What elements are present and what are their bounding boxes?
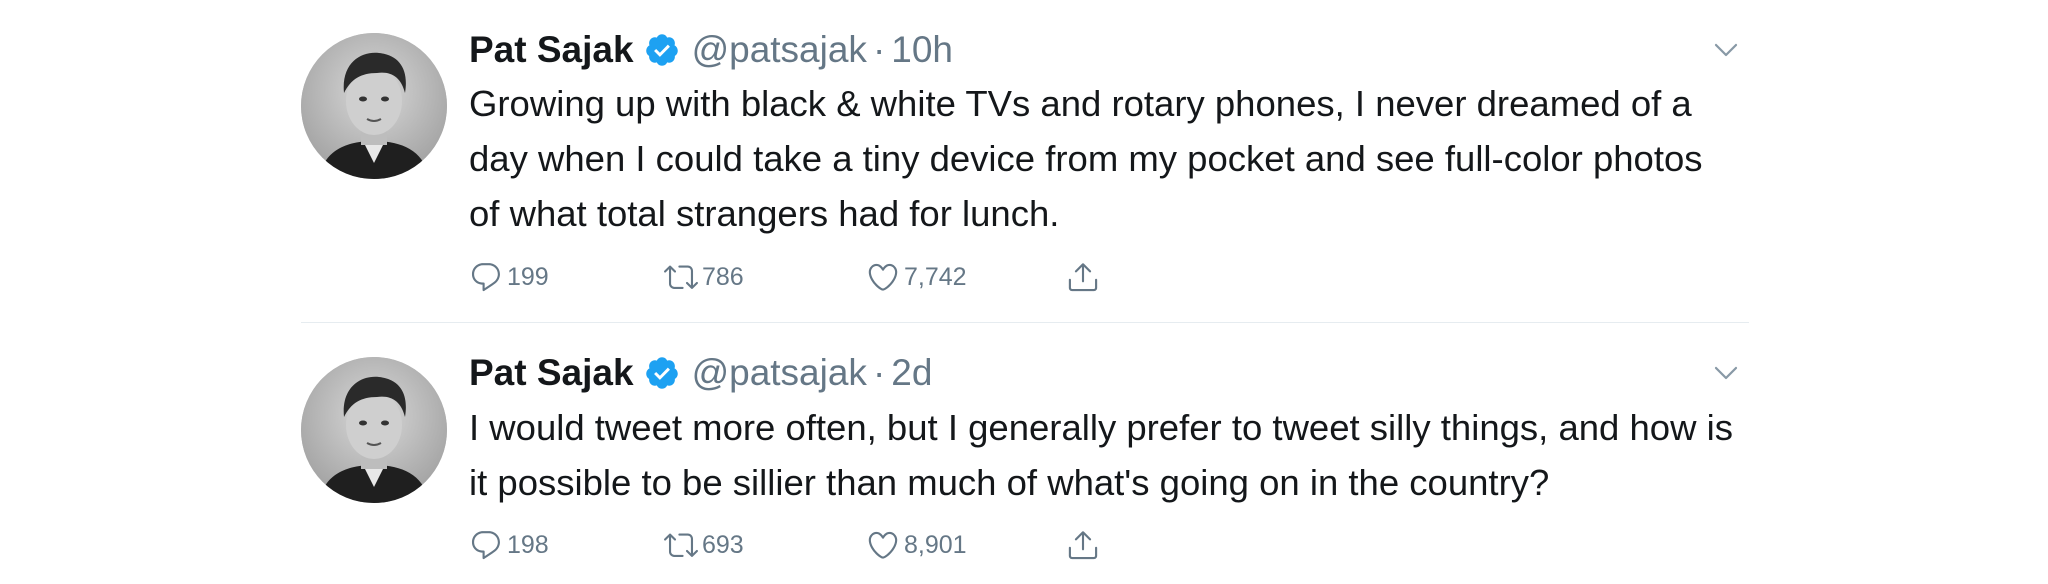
handle[interactable]: @patsajak	[692, 352, 867, 394]
heart-icon	[866, 528, 904, 562]
display-name[interactable]: Pat Sajak	[469, 29, 634, 71]
avatar-photo	[301, 33, 447, 179]
chevron-down-icon[interactable]	[1711, 35, 1741, 65]
retweet-count: 786	[702, 262, 744, 291]
tweet-text: Growing up with black & white TVs and ro…	[469, 83, 1703, 234]
verified-badge-icon	[644, 32, 680, 68]
like-count: 8,901	[904, 530, 967, 559]
retweet-icon	[664, 528, 702, 562]
tweet-header: Pat Sajak @patsajak · 2d	[469, 348, 932, 398]
retweet-button[interactable]: 693	[664, 525, 744, 565]
like-button[interactable]: 8,901	[866, 525, 967, 565]
retweet-icon	[664, 260, 702, 294]
verified-badge-icon	[644, 355, 680, 391]
timestamp[interactable]: 10h	[891, 29, 953, 71]
reply-count: 198	[507, 530, 549, 559]
retweet-count: 693	[702, 530, 744, 559]
reply-button[interactable]: 199	[469, 257, 549, 297]
like-count: 7,742	[904, 262, 967, 291]
handle[interactable]: @patsajak	[692, 29, 867, 71]
chevron-down-icon[interactable]	[1711, 358, 1741, 388]
display-name[interactable]: Pat Sajak	[469, 352, 634, 394]
reply-count: 199	[507, 262, 549, 291]
like-button[interactable]: 7,742	[866, 257, 967, 297]
tweet[interactable]: Pat Sajak @patsajak · 2d I would tweet m…	[301, 323, 1749, 584]
share-icon	[1066, 528, 1104, 562]
share-button[interactable]	[1066, 257, 1104, 297]
reply-button[interactable]: 198	[469, 525, 549, 565]
separator: ·	[872, 352, 886, 393]
separator: ·	[872, 29, 886, 70]
tweet-header: Pat Sajak @patsajak · 10h	[469, 25, 953, 75]
avatar[interactable]	[301, 33, 447, 179]
avatar[interactable]	[301, 357, 447, 503]
avatar-photo	[301, 357, 447, 503]
heart-icon	[866, 260, 904, 294]
reply-icon	[469, 260, 507, 294]
share-button[interactable]	[1066, 525, 1104, 565]
tweet[interactable]: Pat Sajak @patsajak · 10h Growing up wit…	[301, 0, 1749, 322]
tweet-text: I would tweet more often, but I generall…	[469, 407, 1733, 503]
reply-icon	[469, 528, 507, 562]
share-icon	[1066, 260, 1104, 294]
retweet-button[interactable]: 786	[664, 257, 744, 297]
timestamp[interactable]: 2d	[891, 352, 932, 394]
